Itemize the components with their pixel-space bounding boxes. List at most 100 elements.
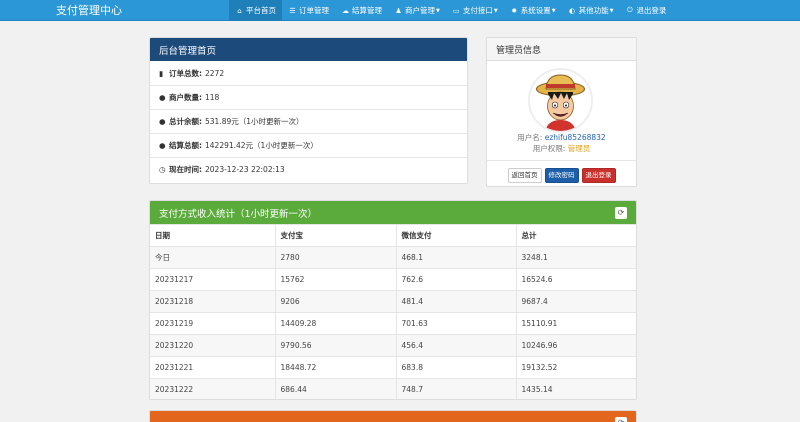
table-cell: 1435.14 xyxy=(516,378,636,399)
role-label: 用户权限: xyxy=(532,144,568,153)
table-header: 总计 xyxy=(516,224,636,247)
nav-item-label: 平台首页 xyxy=(246,6,276,15)
income-panel-title: 支付方式收入统计（1小时更新一次） xyxy=(159,208,318,220)
table-cell: 9206 xyxy=(275,290,397,313)
table-cell: 15762 xyxy=(275,268,397,291)
nav-item-0[interactable]: ⌂ 平台首页 xyxy=(229,0,282,21)
home-stats-panel: 后台管理首页 ▮ 订单总数: 2272 ● 商户数量: 118 ● 总计余额: 531.89元（… xyxy=(149,37,468,184)
admin-info-text: 用户名: ezhifu85268832 用户权限: 管理员 xyxy=(486,132,637,154)
avatar xyxy=(528,68,593,133)
change-password-button[interactable]: 修改密码 xyxy=(544,168,579,183)
refresh-icon[interactable]: ⟳ xyxy=(615,417,627,422)
stat-row: ▮ 订单总数: 2272 xyxy=(150,61,467,85)
table-cell: 16524.6 xyxy=(516,268,636,291)
stat-label: 总计余额: xyxy=(169,117,202,126)
nav-item-7[interactable]: ⏻ 退出登录 xyxy=(619,0,672,21)
nav-item-2[interactable]: ☁ 结算管理 xyxy=(335,0,388,21)
stat-value: 531.89元（1小时更新一次） xyxy=(205,117,304,126)
table-row: 20231218 9206 481.4 9687.4 xyxy=(150,290,636,313)
stat-value: 118 xyxy=(205,93,220,102)
globe-icon: ◐ xyxy=(569,6,576,15)
income-table: 日期 支付宝 微信支付 总计 今日 2780 468.1 3248.1 20231217 157… xyxy=(150,224,636,399)
table-cell: 20231222 xyxy=(150,378,276,399)
table-cell: 20231217 xyxy=(150,268,276,291)
table-row: 20231217 15762 762.6 16524.6 xyxy=(150,268,636,291)
role-value: 管理员 xyxy=(567,144,591,153)
table-cell: 19132.52 xyxy=(516,356,636,379)
table-cell: 18448.72 xyxy=(275,356,397,379)
table-cell: 9687.4 xyxy=(516,290,636,313)
table-cell: 9790.56 xyxy=(275,334,397,357)
table-cell: 今日 xyxy=(150,246,276,269)
clock-icon: ◷ xyxy=(159,165,166,174)
tint-icon: ● xyxy=(159,93,166,102)
back-home-button[interactable]: 返回首页 xyxy=(507,168,542,183)
table-cell: 10246.96 xyxy=(516,334,636,357)
table-row: 20231221 18448.72 683.8 19132.52 xyxy=(150,356,636,379)
orange-stats-panel: ⟳ xyxy=(149,410,637,422)
nav-item-label: 商户管理 xyxy=(405,6,435,15)
list-icon: ☰ xyxy=(289,6,296,15)
admin-actions: 返回首页 修改密码 退出登录 xyxy=(486,160,637,183)
nav-item-label: 其他功能 xyxy=(578,6,609,15)
table-cell: 15110.91 xyxy=(516,312,636,335)
username-label: 用户名: xyxy=(517,133,545,142)
table-cell: 683.8 xyxy=(396,356,517,379)
table-cell: 20231219 xyxy=(150,312,276,335)
caret-down-icon: ▼ xyxy=(436,7,440,14)
table-row: 20231220 9790.56 456.4 10246.96 xyxy=(150,334,636,357)
refresh-icon[interactable]: ⟳ xyxy=(615,207,627,219)
stat-label: 现在时间: xyxy=(169,165,202,174)
orange-panel-heading: ⟳ xyxy=(150,411,636,422)
nav-item-label: 退出登录 xyxy=(636,6,667,15)
avatar-image xyxy=(530,70,591,131)
power-icon: ⏻ xyxy=(627,6,633,14)
table-header: 支付宝 xyxy=(275,224,397,247)
table-cell: 748.7 xyxy=(396,378,517,399)
income-stats-panel: 支付方式收入统计（1小时更新一次） ⟳ 日期 支付宝 微信支付 总计 今日 2780 46… xyxy=(149,200,637,400)
logout-button[interactable]: 退出登录 xyxy=(581,168,616,183)
username-value: ezhifu85268832 xyxy=(544,133,606,142)
table-cell: 686.44 xyxy=(275,378,397,399)
table-cell: 2780 xyxy=(275,246,397,269)
table-cell: 14409.28 xyxy=(275,312,397,335)
tint-icon: ● xyxy=(159,141,166,150)
caret-down-icon: ▼ xyxy=(609,7,614,14)
table-cell: 456.4 xyxy=(396,334,517,357)
credit-card-icon: ▭ xyxy=(453,6,460,15)
stat-label: 商户数量: xyxy=(169,93,202,102)
table-row: 20231222 686.44 748.7 1435.14 xyxy=(150,378,636,399)
income-panel-heading: 支付方式收入统计（1小时更新一次） ⟳ xyxy=(150,201,636,224)
tint-icon: ● xyxy=(159,117,166,126)
stat-row: ◷ 现在时间: 2023-12-23 22:02:13 xyxy=(150,157,467,181)
table-cell: 701.63 xyxy=(396,312,517,335)
home-icon: ⌂ xyxy=(237,6,242,15)
nav-item-label: 系统设置 xyxy=(520,6,551,15)
gear-icon: ✹ xyxy=(511,6,518,15)
table-cell: 481.4 xyxy=(396,290,517,313)
table-row: 20231219 14409.28 701.63 15110.91 xyxy=(150,312,636,335)
cloud-icon: ☁ xyxy=(342,6,349,15)
table-header: 日期 xyxy=(150,224,276,247)
stat-value: 2272 xyxy=(205,68,225,78)
nav-item-label: 结算管理 xyxy=(352,6,382,15)
table-cell: 762.6 xyxy=(396,268,517,291)
table-cell: 20231218 xyxy=(150,290,276,313)
stat-value: 142291.42元（1小时更新一次） xyxy=(205,141,318,150)
nav-item-3[interactable]: ♟ 商户管理 ▼ xyxy=(388,0,446,21)
stat-label: 订单总数: xyxy=(169,68,202,78)
admin-panel-title: 管理员信息 xyxy=(487,38,636,61)
table-cell: 20231221 xyxy=(150,356,276,379)
main-nav: ⌂ 平台首页 ☰ 订单管理 ☁ 结算管理 ♟ 商户管理 ▼ ▭ 支付接口 ▼ ✹ 系统设置 ▼ ◐ 其他功能 ▼ ⏻… xyxy=(229,0,672,21)
top-navbar: 支付管理中心 ⌂ 平台首页 ☰ 订单管理 ☁ 结算管理 ♟ 商户管理 ▼ ▭ 支付接口 ▼ ✹ 系统设置 ▼… xyxy=(0,0,800,21)
stat-value: 2023-12-23 22:02:13 xyxy=(205,165,285,174)
nav-item-4[interactable]: ▭ 支付接口 ▼ xyxy=(446,0,504,21)
stat-row: ● 总计余额: 531.89元（1小时更新一次） xyxy=(150,109,467,133)
brand-title[interactable]: 支付管理中心 xyxy=(56,3,122,18)
nav-item-1[interactable]: ☰ 订单管理 xyxy=(282,0,335,21)
table-header: 微信支付 xyxy=(396,224,517,247)
nav-item-6[interactable]: ◐ 其他功能 ▼ xyxy=(562,0,620,21)
caret-down-icon: ▼ xyxy=(551,7,556,14)
stat-row: ● 商户数量: 118 xyxy=(150,85,467,109)
nav-item-5[interactable]: ✹ 系统设置 ▼ xyxy=(504,0,562,21)
